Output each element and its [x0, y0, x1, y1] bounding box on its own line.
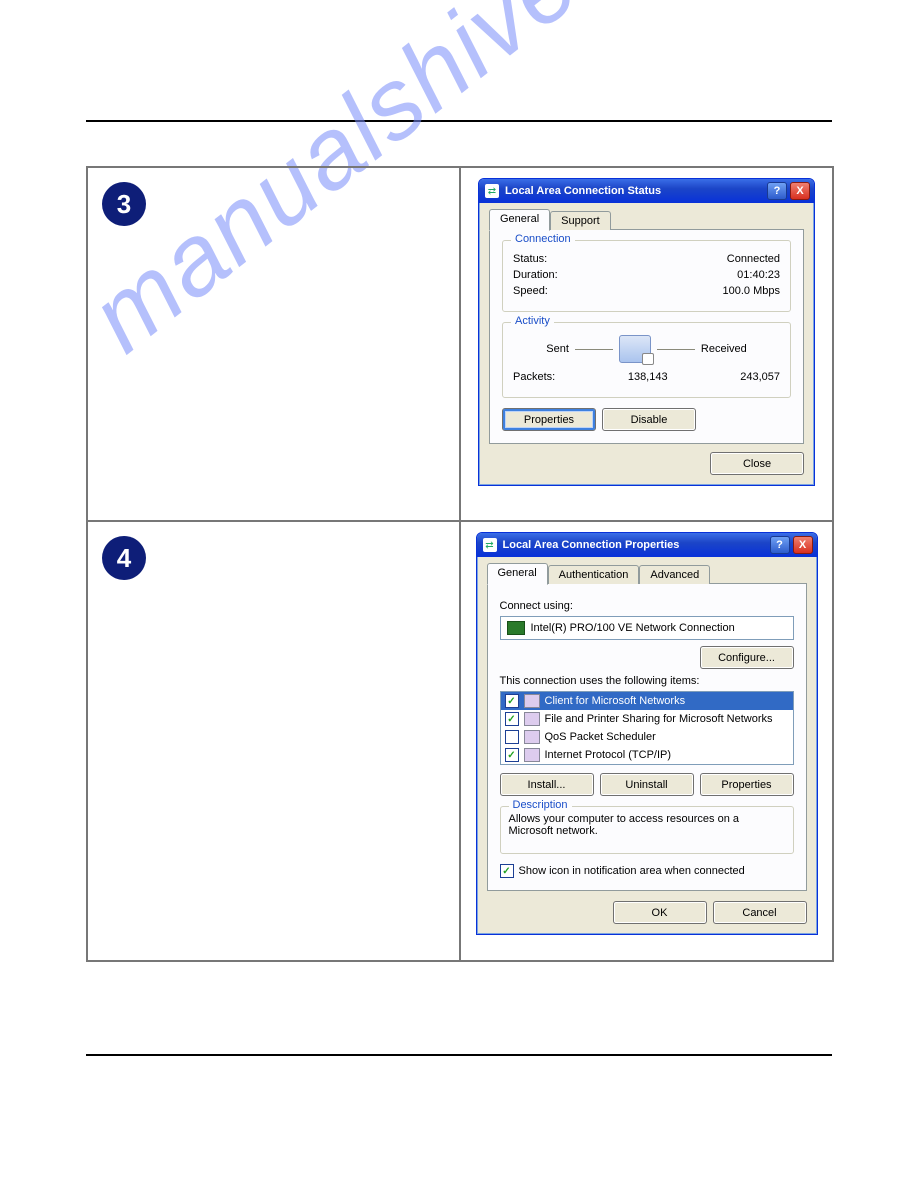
properties-button[interactable]: Properties	[502, 408, 596, 431]
close-button[interactable]: X	[790, 182, 810, 200]
item-checkbox[interactable]: ✓	[505, 712, 519, 726]
show-icon-row[interactable]: ✓ Show icon in notification area when co…	[500, 864, 794, 878]
status-label: Status:	[513, 253, 547, 265]
ok-button[interactable]: OK	[613, 901, 707, 924]
close-button-footer[interactable]: Close	[710, 452, 804, 475]
cancel-button[interactable]: Cancel	[713, 901, 807, 924]
nic-name: Intel(R) PRO/100 VE Network Connection	[531, 622, 735, 634]
speed-value: 100.0 Mbps	[723, 285, 780, 297]
item-buttons: Install... Uninstall Properties	[500, 773, 794, 796]
connect-using-label: Connect using:	[500, 600, 794, 612]
lan-props-body: General Authentication Advanced Connect …	[477, 557, 817, 934]
duration-label: Duration:	[513, 269, 558, 281]
connection-legend: Connection	[511, 233, 575, 245]
page: manualshive.com 3 ⇄ Local Area Connectio…	[0, 0, 918, 1188]
list-item[interactable]: QoS Packet Scheduler	[501, 728, 793, 746]
props-footer: OK Cancel	[487, 901, 807, 924]
component-icon	[524, 730, 540, 744]
close-button[interactable]: X	[793, 536, 813, 554]
step-4-row: 4 ⇄ Local Area Connection Properties ? X	[87, 521, 833, 961]
lan-status-body: General Support Connection Status:Connec…	[479, 203, 814, 485]
connection-group: Connection Status:Connected Duration:01:…	[502, 240, 791, 312]
lan-status-tabpage: Connection Status: Connected Duration: 01:…	[489, 229, 804, 444]
tab-authentication[interactable]: Authentication	[548, 565, 640, 584]
tab-general[interactable]: General	[489, 209, 550, 231]
show-icon-label: Show icon in notification area when conn…	[519, 865, 745, 877]
items-listbox[interactable]: ✓ Client for Microsoft Networks ✓ File and …	[500, 691, 794, 765]
item-label: File and Printer Sharing for Microsoft N…	[545, 713, 773, 725]
sent-label: Sent	[546, 343, 569, 355]
received-label: Received	[701, 343, 747, 355]
step-4-right: ⇄ Local Area Connection Properties ? X G…	[460, 521, 833, 961]
recv-line	[657, 349, 695, 350]
bottom-rule	[86, 1054, 832, 1056]
titlebar-buttons: ? X	[767, 182, 810, 200]
component-icon	[524, 694, 540, 708]
status-footer: Close	[489, 452, 804, 475]
configure-button[interactable]: Configure...	[700, 646, 794, 669]
steps-grid: 3 ⇄ Local Area Connection Status ? X	[86, 166, 834, 962]
item-label: Client for Microsoft Networks	[545, 695, 686, 707]
list-item[interactable]: ✓ Client for Microsoft Networks	[501, 692, 793, 710]
top-rule	[86, 120, 832, 122]
activity-diagram: Sent Received	[513, 335, 780, 363]
status-value: Connected	[727, 253, 780, 265]
lan-status-window: ⇄ Local Area Connection Status ? X Gener…	[478, 178, 815, 486]
help-button[interactable]: ?	[767, 182, 787, 200]
item-label: Internet Protocol (TCP/IP)	[545, 749, 672, 761]
packets-sent: 138,143	[555, 371, 740, 383]
network-icon: ⇄	[485, 184, 499, 198]
step-3-row: 3 ⇄ Local Area Connection Status ? X	[87, 167, 833, 521]
tab-support[interactable]: Support	[550, 211, 611, 230]
item-properties-button[interactable]: Properties	[700, 773, 794, 796]
step-3-left: 3	[87, 167, 460, 521]
step-badge-3: 3	[102, 182, 146, 226]
packets-row: Packets: 138,143 243,057	[513, 371, 780, 383]
lan-status-titlebar[interactable]: ⇄ Local Area Connection Status ? X	[479, 179, 814, 203]
lan-status-title: Local Area Connection Status	[505, 185, 761, 197]
lan-props-tabpage: Connect using: Intel(R) PRO/100 VE Netwo…	[487, 583, 807, 891]
list-item[interactable]: ✓ Internet Protocol (TCP/IP)	[501, 746, 793, 764]
description-group: Description Allows your computer to acce…	[500, 806, 794, 854]
packets-label: Packets:	[513, 371, 555, 383]
duration-value: 01:40:23	[737, 269, 780, 281]
configure-row: Configure...	[500, 646, 794, 669]
disable-button[interactable]: Disable	[602, 408, 696, 431]
component-icon	[524, 748, 540, 762]
items-label: This connection uses the following items…	[500, 675, 794, 687]
sent-line	[575, 349, 613, 350]
speed-label: Speed:	[513, 285, 548, 297]
lan-props-title: Local Area Connection Properties	[503, 539, 764, 551]
tab-advanced[interactable]: Advanced	[639, 565, 710, 584]
activity-legend: Activity	[511, 315, 554, 327]
computers-icon	[619, 335, 651, 363]
uninstall-button[interactable]: Uninstall	[600, 773, 694, 796]
network-icon: ⇄	[483, 538, 497, 552]
nic-box: Intel(R) PRO/100 VE Network Connection	[500, 616, 794, 640]
status-buttons: Properties Disable	[502, 408, 791, 431]
packets-received: 243,057	[740, 371, 780, 383]
lan-props-titlebar[interactable]: ⇄ Local Area Connection Properties ? X	[477, 533, 817, 557]
lan-status-tabs: General Support	[489, 209, 804, 230]
lan-props-window: ⇄ Local Area Connection Properties ? X G…	[476, 532, 818, 935]
item-checkbox[interactable]: ✓	[505, 694, 519, 708]
item-checkbox[interactable]: ✓	[505, 748, 519, 762]
titlebar-buttons: ? X	[770, 536, 813, 554]
help-button[interactable]: ?	[770, 536, 790, 554]
install-button[interactable]: Install...	[500, 773, 594, 796]
description-text: Allows your computer to access resources…	[509, 813, 785, 837]
lan-props-tabs: General Authentication Advanced	[487, 563, 807, 584]
list-item[interactable]: ✓ File and Printer Sharing for Microsoft …	[501, 710, 793, 728]
component-icon	[524, 712, 540, 726]
item-checkbox[interactable]	[505, 730, 519, 744]
step-3-right: ⇄ Local Area Connection Status ? X Gener…	[460, 167, 833, 521]
item-label: QoS Packet Scheduler	[545, 731, 656, 743]
step-badge-4: 4	[102, 536, 146, 580]
tab-general[interactable]: General	[487, 563, 548, 585]
step-4-left: 4	[87, 521, 460, 961]
description-legend: Description	[509, 799, 572, 811]
show-icon-checkbox[interactable]: ✓	[500, 864, 514, 878]
activity-group: Activity Sent Received Packets:	[502, 322, 791, 398]
nic-icon	[507, 621, 525, 635]
